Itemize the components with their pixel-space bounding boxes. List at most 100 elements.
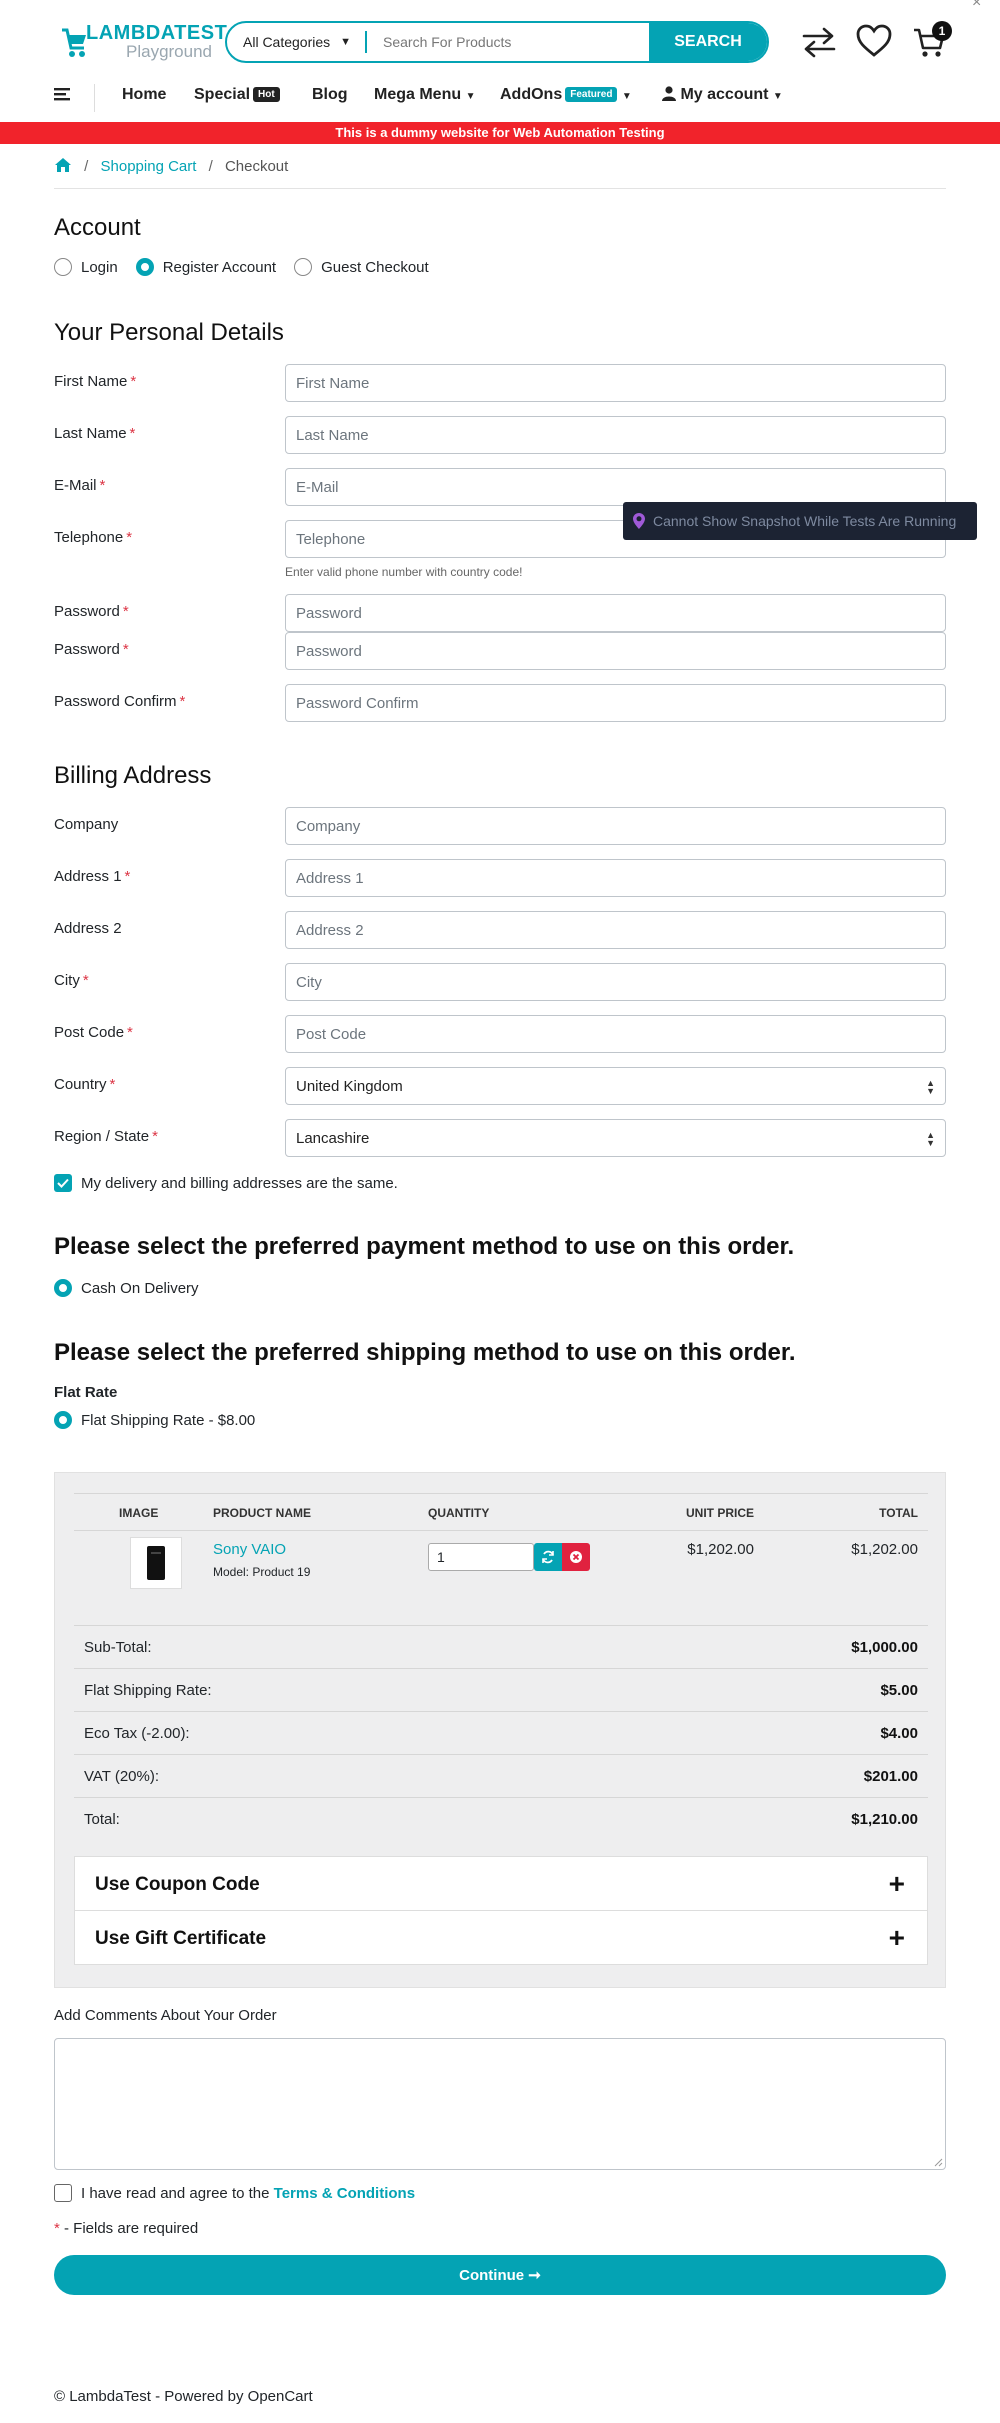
menu-hamburger-icon[interactable] [54, 86, 74, 102]
category-select[interactable]: All Categories ▼ [227, 31, 367, 53]
nav-addons[interactable]: AddOns Featured ▼ [500, 86, 632, 104]
radio-register[interactable] [135, 258, 154, 276]
footer-text: © LambdaTest - Powered by OpenCart [54, 2388, 313, 2405]
col-unit-price: UNIT PRICE [685, 1506, 754, 1520]
required-mark: * [179, 693, 186, 710]
required-mark: * [126, 529, 133, 546]
country-label: Country * [54, 1076, 115, 1093]
payment-option[interactable]: Cash On Delivery [54, 1279, 199, 1297]
postcode-label-text: Post Code [54, 1024, 125, 1041]
email-input[interactable]: E-Mail [285, 468, 946, 506]
same-address-label: My delivery and billing addresses are th… [81, 1174, 398, 1192]
region-select[interactable]: Lancashire ▲ ▼ [285, 1119, 946, 1157]
col-total: TOTAL [879, 1506, 918, 1520]
password-confirm-label: Password Confirm * [54, 693, 185, 710]
nav-mega-menu[interactable]: Mega Menu ▼ [374, 86, 475, 104]
caret-down-icon: ▼ [772, 91, 783, 102]
update-quantity-button[interactable] [534, 1543, 562, 1571]
shipping-option-label: Flat Shipping Rate - $8.00 [81, 1411, 256, 1429]
required-mark: * [124, 868, 131, 885]
password-label-text: Password [54, 641, 120, 658]
address2-label: Address 2 [54, 920, 122, 937]
city-input[interactable]: City [285, 963, 946, 1001]
terms-link[interactable]: Terms & Conditions [274, 2185, 415, 2202]
eco-tax-row: Eco Tax (-2.00): $4.00 [74, 1711, 928, 1754]
col-product-name: PRODUCT NAME [213, 1506, 311, 1520]
radio-guest[interactable] [294, 258, 313, 276]
resize-handle-icon[interactable] [934, 2158, 943, 2167]
account-option-login[interactable]: Login [54, 258, 118, 276]
comments-textarea[interactable] [54, 2038, 946, 2170]
total-label: Sub-Total: [84, 1639, 152, 1656]
radio-login[interactable] [54, 258, 72, 276]
account-option-label: Guest Checkout [321, 258, 429, 276]
region-label: Region / State * [54, 1128, 158, 1145]
header: LAMBDATEST Playground All Categories ▼ S… [0, 0, 1000, 122]
search-button[interactable]: SEARCH [649, 23, 767, 61]
postcode-input[interactable]: Post Code [285, 1015, 946, 1053]
plus-icon: + [888, 1922, 905, 1953]
password-input-2[interactable]: Password [285, 632, 946, 670]
breadcrumb-shopping-cart[interactable]: Shopping Cart [101, 158, 197, 175]
product-thumbnail[interactable] [130, 1537, 182, 1589]
address2-input[interactable]: Address 2 [285, 911, 946, 949]
gift-accordion-title: Use Gift Certificate [95, 1928, 267, 1949]
same-address-checkbox[interactable] [54, 1174, 72, 1192]
first-name-input[interactable]: First Name [285, 364, 946, 402]
required-mark: * [122, 641, 129, 658]
gift-certificate-accordion[interactable]: Use Gift Certificate + [74, 1910, 928, 1965]
snapshot-tooltip: Cannot Show Snapshot While Tests Are Run… [623, 502, 977, 540]
shipping-option[interactable]: Flat Shipping Rate - $8.00 [54, 1411, 255, 1429]
nav-my-account-label: My account [680, 86, 769, 103]
country-label-text: Country [54, 1076, 107, 1093]
address1-label-text: Address 1 [54, 868, 122, 885]
demo-banner: This is a dummy website for Web Automati… [0, 122, 1000, 144]
personal-details-title: Your Personal Details [54, 319, 284, 346]
first-name-label-text: First Name [54, 373, 128, 390]
account-option-register[interactable]: Register Account [135, 258, 276, 276]
address1-input[interactable]: Address 1 [285, 859, 946, 897]
compare-icon[interactable] [800, 26, 838, 58]
search-input[interactable]: Search For Products [367, 23, 649, 61]
company-input[interactable]: Company [285, 807, 946, 845]
col-quantity: QUANTITY [428, 1506, 490, 1520]
country-select-value: United Kingdom [296, 1077, 403, 1095]
radio-flat-shipping[interactable] [54, 1411, 72, 1429]
address2-row: Address 2 Address 2 [54, 911, 946, 949]
logo[interactable]: LAMBDATEST Playground [60, 18, 227, 68]
cart-table-header: IMAGE PRODUCT NAME QUANTITY UNIT PRICE T… [74, 1493, 928, 1531]
region-row: Region / State * Lancashire ▲ ▼ [54, 1119, 946, 1157]
remove-icon [570, 1551, 582, 1563]
account-option-guest[interactable]: Guest Checkout [294, 258, 429, 276]
nav-blog[interactable]: Blog [312, 86, 348, 104]
nav-my-account[interactable]: My account ▼ [662, 86, 783, 104]
product-model: Model: Product 19 [213, 1565, 311, 1579]
radio-cash-on-delivery[interactable] [54, 1279, 72, 1297]
required-note-text: - Fields are required [59, 2220, 199, 2237]
nav-special[interactable]: Special Hot [194, 86, 280, 104]
country-row: Country * United Kingdom ▲ ▼ [54, 1067, 946, 1105]
continue-button[interactable]: Continue ➞ [54, 2255, 946, 2295]
close-icon[interactable]: × [972, 0, 981, 12]
product-name-link[interactable]: Sony VAIO [213, 1541, 286, 1558]
account-options: Login Register Account Guest Checkout [54, 258, 429, 276]
nav-home[interactable]: Home [122, 86, 166, 104]
required-mark: * [122, 603, 129, 620]
wishlist-heart-icon[interactable] [856, 24, 892, 58]
telephone-hint: Enter valid phone number with country co… [285, 565, 523, 579]
country-select[interactable]: United Kingdom ▲ ▼ [285, 1067, 946, 1105]
home-icon[interactable] [54, 157, 72, 173]
password-confirm-input[interactable]: Password Confirm [285, 684, 946, 722]
email-label: E-Mail * [54, 477, 105, 494]
address1-label: Address 1 * [54, 868, 130, 885]
remove-item-button[interactable] [562, 1543, 590, 1571]
order-summary: IMAGE PRODUCT NAME QUANTITY UNIT PRICE T… [54, 1472, 946, 1988]
terms-checkbox[interactable] [54, 2184, 72, 2202]
shipping-group-label: Flat Rate [54, 1384, 118, 1401]
password-input[interactable]: Password [285, 594, 946, 632]
quantity-input[interactable]: 1 [428, 1543, 534, 1571]
caret-down-icon: ▼ [621, 91, 632, 102]
last-name-input[interactable]: Last Name [285, 416, 946, 454]
coupon-accordion[interactable]: Use Coupon Code + [74, 1856, 928, 1911]
password-label-text: Password [54, 603, 120, 620]
